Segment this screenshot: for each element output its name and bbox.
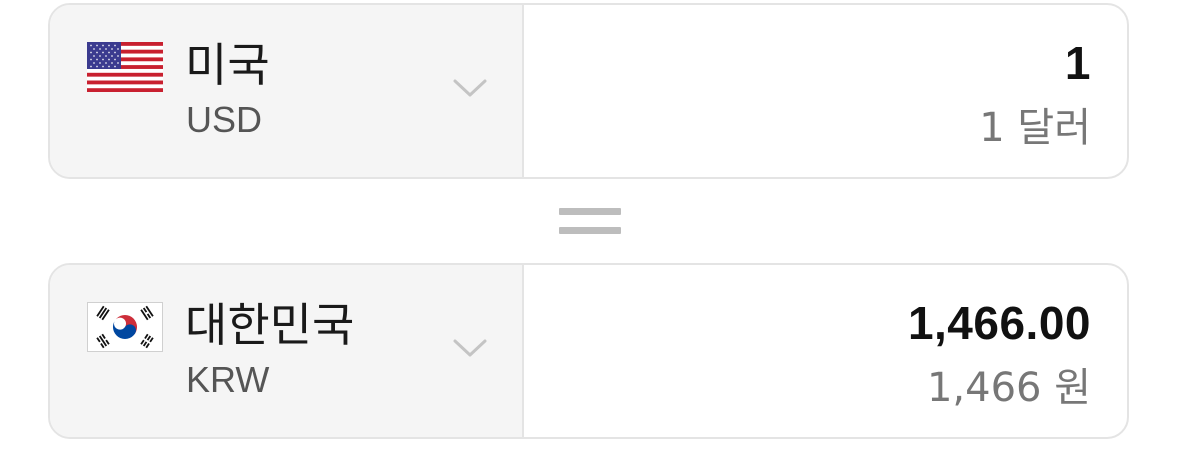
us-flag-icon <box>87 42 163 92</box>
from-amount-words: 1 달러 <box>979 105 1091 151</box>
from-amount-value: 1 <box>1064 37 1091 89</box>
chevron-down-icon[interactable] <box>452 77 488 99</box>
equals-icon <box>559 208 621 236</box>
to-amount-value: 1,466.00 <box>907 297 1091 349</box>
to-amount-words: 1,466 원 <box>926 365 1091 411</box>
chevron-down-icon[interactable] <box>452 337 488 359</box>
from-country-name: 미국 <box>185 38 270 92</box>
from-currency-selector[interactable]: 미국 USD <box>50 5 524 177</box>
from-currency-code: USD <box>186 99 263 140</box>
to-currency-code: KRW <box>186 359 270 400</box>
kr-flag-icon <box>87 302 163 352</box>
to-country-name: 대한민국 <box>185 298 355 352</box>
to-currency-card: 대한민국 KRW 1,466.00 1,466 원 <box>48 263 1129 439</box>
to-amount-input[interactable]: 1,466.00 1,466 원 <box>524 265 1127 437</box>
from-amount-input[interactable]: 1 1 달러 <box>524 5 1127 177</box>
to-currency-selector[interactable]: 대한민국 KRW <box>50 265 524 437</box>
from-currency-card: 미국 USD 1 1 달러 <box>48 3 1129 179</box>
